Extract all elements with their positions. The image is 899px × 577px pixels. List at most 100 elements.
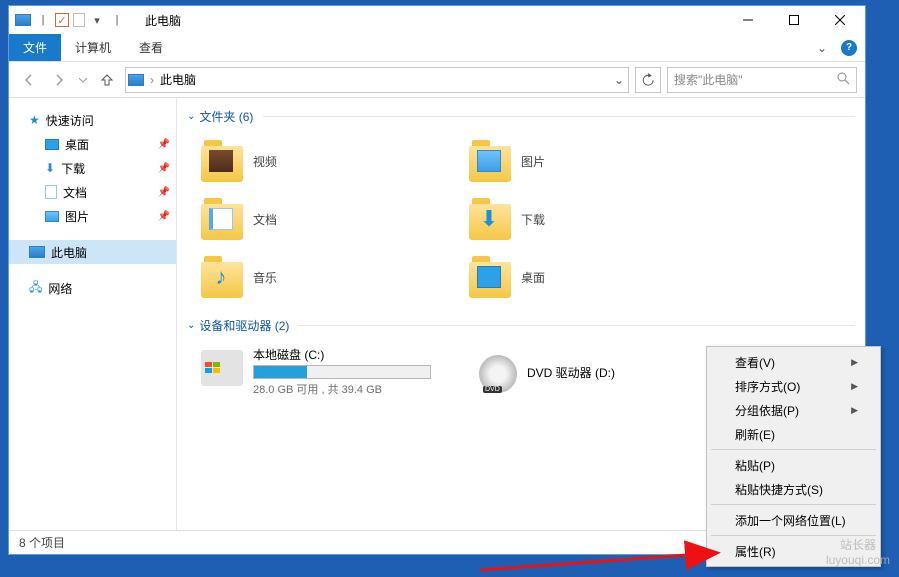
dvd-icon: DVD bbox=[479, 355, 517, 393]
group-label: 设备和驱动器 (2) bbox=[199, 317, 289, 334]
checkbox-icon[interactable]: ✓ bbox=[55, 13, 69, 27]
up-button[interactable] bbox=[95, 68, 119, 92]
maximize-button[interactable] bbox=[771, 6, 817, 34]
doc-icon[interactable] bbox=[73, 13, 85, 27]
minimize-button[interactable] bbox=[725, 6, 771, 34]
folder-label: 视频 bbox=[253, 153, 277, 170]
title-bar: | ✓ ▾ | 此电脑 bbox=[9, 6, 865, 34]
qat-dropdown-icon[interactable]: ▾ bbox=[89, 12, 105, 28]
nav-pane: ★ 快速访问 桌面 📌 ⬇ 下载 📌 文档 📌 图片 📌 bbox=[9, 98, 177, 530]
pc-icon bbox=[128, 74, 144, 86]
folder-videos[interactable]: 视频 bbox=[199, 135, 449, 187]
context-menu: 查看(V)▶ 排序方式(O)▶ 分组依据(P)▶ 刷新(E) 粘贴(P) 粘贴快… bbox=[706, 346, 881, 567]
folder-icon: ⬇ bbox=[469, 198, 511, 240]
folder-icon bbox=[201, 198, 243, 240]
folder-label: 下载 bbox=[521, 211, 545, 228]
sidebar-item-label: 网络 bbox=[48, 280, 72, 297]
tab-view[interactable]: 查看 bbox=[125, 34, 177, 61]
downloads-icon: ⬇ bbox=[45, 161, 55, 175]
sidebar-item-thispc[interactable]: 此电脑 bbox=[9, 240, 176, 264]
address-text: 此电脑 bbox=[160, 71, 196, 88]
star-icon: ★ bbox=[29, 113, 40, 127]
sidebar-item-label: 下载 bbox=[61, 160, 85, 177]
windows-icon bbox=[205, 360, 221, 376]
group-header-folders[interactable]: ⌄ 文件夹 (6) bbox=[187, 104, 865, 135]
drive-dvd[interactable]: DVD DVD 驱动器 (D:) bbox=[477, 344, 737, 400]
sidebar-item-documents[interactable]: 文档 📌 bbox=[9, 180, 176, 204]
chevron-down-icon: ⌄ bbox=[187, 111, 195, 122]
folder-icon bbox=[469, 140, 511, 182]
group-label: 文件夹 (6) bbox=[199, 108, 253, 125]
sidebar-item-label: 快速访问 bbox=[46, 112, 94, 129]
submenu-arrow-icon: ▶ bbox=[851, 405, 858, 416]
separator bbox=[711, 449, 876, 450]
divider: | bbox=[109, 12, 125, 28]
sidebar-item-pictures[interactable]: 图片 📌 bbox=[9, 204, 176, 228]
status-item-count: 8 个项目 bbox=[19, 534, 65, 551]
history-dropdown[interactable] bbox=[77, 68, 89, 92]
pin-icon: 📌 bbox=[158, 139, 170, 150]
drive-capacity-bar bbox=[253, 365, 431, 379]
pin-icon: 📌 bbox=[158, 163, 170, 174]
sidebar-item-network[interactable]: 🖧 网络 bbox=[9, 276, 176, 300]
separator bbox=[711, 504, 876, 505]
folder-music[interactable]: ♪ 音乐 bbox=[199, 251, 449, 303]
folder-icon: ♪ bbox=[201, 256, 243, 298]
submenu-arrow-icon: ▶ bbox=[851, 357, 858, 368]
drive-c[interactable]: 本地磁盘 (C:) 28.0 GB 可用 , 共 39.4 GB bbox=[199, 344, 459, 400]
window-title: 此电脑 bbox=[145, 12, 725, 29]
ctx-view[interactable]: 查看(V)▶ bbox=[709, 350, 878, 374]
folder-label: 音乐 bbox=[253, 269, 277, 286]
close-button[interactable] bbox=[817, 6, 863, 34]
chevron-down-icon[interactable]: ⌄ bbox=[817, 41, 827, 55]
pin-icon: 📌 bbox=[158, 187, 170, 198]
tab-computer[interactable]: 计算机 bbox=[61, 34, 125, 61]
back-button[interactable] bbox=[17, 68, 41, 92]
ctx-group[interactable]: 分组依据(P)▶ bbox=[709, 398, 878, 422]
address-bar[interactable]: › 此电脑 ⌄ bbox=[125, 67, 629, 93]
folder-documents[interactable]: 文档 bbox=[199, 193, 449, 245]
refresh-button[interactable] bbox=[635, 67, 661, 93]
folder-pictures[interactable]: 图片 bbox=[467, 135, 717, 187]
chevron-down-icon: ⌄ bbox=[187, 320, 195, 331]
group-header-devices[interactable]: ⌄ 设备和驱动器 (2) bbox=[187, 313, 865, 344]
submenu-arrow-icon: ▶ bbox=[851, 381, 858, 392]
picture-icon bbox=[45, 211, 59, 222]
sidebar-item-desktop[interactable]: 桌面 📌 bbox=[9, 132, 176, 156]
ctx-properties[interactable]: 属性(R) bbox=[709, 539, 878, 563]
drive-label: 本地磁盘 (C:) bbox=[253, 346, 431, 363]
sidebar-item-downloads[interactable]: ⬇ 下载 📌 bbox=[9, 156, 176, 180]
folder-label: 文档 bbox=[253, 211, 277, 228]
ctx-paste[interactable]: 粘贴(P) bbox=[709, 453, 878, 477]
ctx-add-network[interactable]: 添加一个网络位置(L) bbox=[709, 508, 878, 532]
folder-desktop[interactable]: 桌面 bbox=[467, 251, 717, 303]
ctx-refresh[interactable]: 刷新(E) bbox=[709, 422, 878, 446]
search-placeholder: 搜索"此电脑" bbox=[674, 71, 743, 88]
sidebar-item-label: 此电脑 bbox=[51, 244, 87, 261]
forward-button[interactable] bbox=[47, 68, 71, 92]
folder-icon bbox=[201, 140, 243, 182]
nav-bar: › 此电脑 ⌄ 搜索"此电脑" bbox=[9, 62, 865, 98]
drive-label: DVD 驱动器 (D:) bbox=[527, 364, 615, 381]
pc-icon bbox=[15, 12, 31, 28]
ctx-sort[interactable]: 排序方式(O)▶ bbox=[709, 374, 878, 398]
folder-downloads[interactable]: ⬇ 下载 bbox=[467, 193, 717, 245]
address-dropdown-icon[interactable]: ⌄ bbox=[612, 69, 626, 91]
separator bbox=[711, 535, 876, 536]
drive-free-text: 28.0 GB 可用 , 共 39.4 GB bbox=[253, 381, 431, 397]
sidebar-quick-access[interactable]: ★ 快速访问 bbox=[9, 108, 176, 132]
sidebar-item-label: 图片 bbox=[65, 208, 89, 225]
divider: | bbox=[35, 12, 51, 28]
pc-icon bbox=[29, 246, 45, 258]
folder-label: 桌面 bbox=[521, 269, 545, 286]
folder-label: 图片 bbox=[521, 153, 545, 170]
drive-icon bbox=[201, 350, 243, 386]
network-icon: 🖧 bbox=[29, 278, 42, 299]
help-icon[interactable]: ? bbox=[841, 40, 857, 56]
search-input[interactable]: 搜索"此电脑" bbox=[667, 67, 857, 93]
sidebar-item-label: 桌面 bbox=[65, 136, 89, 153]
document-icon bbox=[45, 185, 57, 199]
tab-file[interactable]: 文件 bbox=[9, 34, 61, 61]
pin-icon: 📌 bbox=[158, 211, 170, 222]
ctx-paste-shortcut[interactable]: 粘贴快捷方式(S) bbox=[709, 477, 878, 501]
